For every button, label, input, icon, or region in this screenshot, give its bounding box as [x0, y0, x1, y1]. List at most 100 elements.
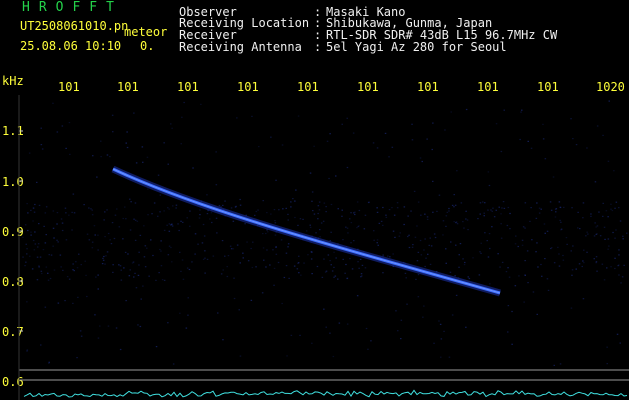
noise-speck	[420, 214, 422, 216]
noise-speck	[144, 245, 147, 247]
noise-speck	[68, 214, 70, 216]
noise-speck	[300, 274, 302, 276]
noise-speck	[33, 211, 36, 213]
noise-speck	[163, 210, 165, 212]
noise-speck	[94, 314, 96, 316]
noise-speck	[244, 223, 246, 225]
noise-speck	[572, 245, 574, 247]
noise-speck	[118, 264, 120, 266]
noise-speck	[24, 265, 26, 267]
noise-speck	[160, 250, 162, 252]
noise-speck	[458, 266, 460, 268]
noise-speck	[440, 356, 442, 358]
noise-speck	[215, 217, 218, 219]
noise-speck	[72, 302, 74, 304]
noise-speck	[267, 231, 269, 233]
noise-speck	[111, 114, 114, 116]
noise-speck	[298, 272, 300, 274]
noise-speck	[262, 233, 264, 235]
noise-speck	[313, 145, 315, 147]
noise-speck	[595, 256, 598, 258]
noise-speck	[22, 236, 24, 238]
noise-speck	[448, 356, 451, 358]
noise-speck	[318, 201, 321, 203]
noise-speck	[311, 200, 313, 202]
noise-speck	[400, 338, 402, 340]
noise-speck	[84, 260, 86, 262]
noise-speck	[26, 203, 28, 205]
noise-speck	[376, 207, 378, 209]
noise-speck	[159, 194, 162, 196]
noise-speck	[542, 138, 545, 140]
noise-speck	[299, 334, 301, 336]
noise-speck	[558, 253, 560, 255]
noise-speck	[408, 246, 411, 249]
noise-speck	[598, 211, 600, 213]
noise-speck	[297, 115, 300, 117]
noise-speck	[483, 215, 485, 217]
noise-speck	[112, 264, 114, 266]
noise-speck	[332, 355, 335, 358]
noise-speck	[45, 234, 47, 236]
noise-speck	[66, 276, 69, 278]
noise-speck	[376, 242, 378, 244]
noise-speck	[315, 232, 317, 234]
noise-speck	[109, 156, 111, 158]
noise-speck	[372, 142, 375, 144]
noise-speck	[517, 245, 519, 248]
noise-speck	[544, 158, 547, 160]
noise-speck	[147, 214, 149, 216]
noise-speck	[72, 193, 75, 195]
noise-speck	[167, 322, 169, 324]
noise-speck	[450, 111, 452, 113]
noise-speck	[566, 243, 568, 245]
noise-speck	[217, 312, 219, 314]
noise-speck	[514, 243, 517, 245]
noise-speck	[261, 292, 264, 294]
noise-speck	[38, 204, 41, 206]
noise-speck	[380, 220, 383, 222]
noise-speck	[341, 215, 343, 217]
noise-speck	[515, 235, 517, 237]
noise-speck	[107, 325, 110, 327]
noise-speck	[36, 256, 39, 258]
noise-speck	[367, 201, 370, 204]
noise-speck	[407, 215, 409, 217]
noise-speck	[571, 274, 573, 276]
noise-speck	[236, 244, 239, 246]
noise-speck	[411, 246, 414, 248]
noise-speck	[480, 242, 482, 244]
noise-speck	[596, 270, 598, 272]
noise-speck	[614, 267, 616, 270]
noise-speck	[238, 309, 240, 311]
noise-speck	[311, 273, 313, 275]
noise-speck	[537, 266, 539, 268]
noise-speck	[61, 125, 64, 127]
noise-speck	[524, 260, 526, 262]
noise-speck	[57, 302, 60, 304]
noise-speck	[28, 152, 31, 154]
noise-speck	[32, 239, 35, 242]
noise-speck	[426, 216, 429, 218]
noise-speck	[373, 239, 375, 241]
noise-speck	[518, 275, 520, 277]
noise-speck	[607, 160, 610, 162]
noise-speck	[120, 279, 123, 281]
noise-speck	[415, 278, 417, 280]
noise-speck	[458, 254, 460, 256]
noise-speck	[119, 265, 122, 267]
noise-speck	[22, 256, 24, 258]
noise-speck	[114, 214, 117, 216]
noise-speck	[359, 258, 362, 260]
noise-speck	[433, 342, 435, 344]
noise-speck	[303, 262, 305, 264]
noise-speck	[163, 229, 166, 231]
noise-speck	[65, 212, 67, 214]
noise-speck	[453, 221, 455, 223]
noise-speck	[376, 239, 379, 241]
noise-speck	[270, 136, 272, 138]
noise-speck	[614, 207, 616, 209]
noise-speck	[115, 327, 118, 329]
noise-speck	[274, 234, 277, 236]
noise-speck	[270, 213, 272, 215]
